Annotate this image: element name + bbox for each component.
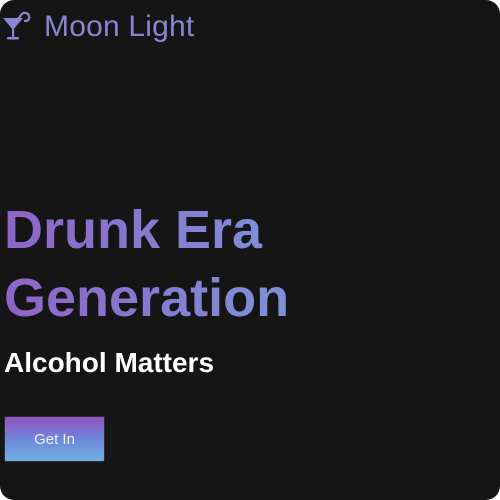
- page-frame: Moon Light Drunk Era Generation Alcohol …: [0, 0, 500, 500]
- hero-title: Drunk Era Generation: [4, 196, 494, 332]
- hero-section: Drunk Era Generation Alcohol Matters: [4, 196, 494, 380]
- hero-title-line-2: Generation: [4, 268, 290, 328]
- hero-subtitle: Alcohol Matters: [4, 347, 215, 378]
- brand-name[interactable]: Moon Light: [44, 9, 194, 45]
- hero-title-line-1: Drunk Era: [4, 200, 263, 260]
- navbar: Moon Light: [2, 9, 194, 45]
- get-in-button[interactable]: Get In: [4, 416, 105, 462]
- cocktail-glass-icon[interactable]: [2, 9, 38, 45]
